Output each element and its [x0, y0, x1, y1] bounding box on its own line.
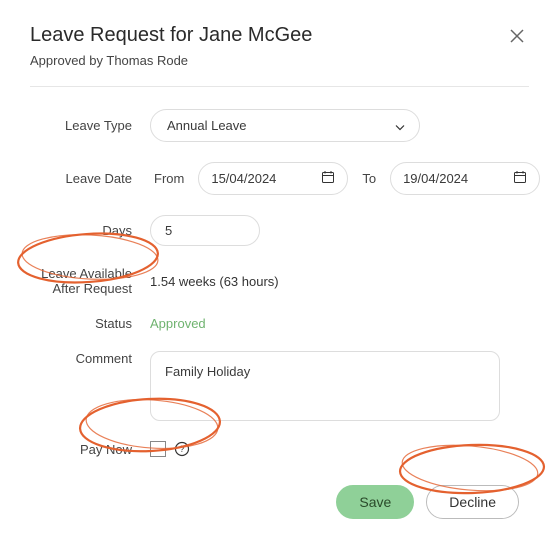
- close-button[interactable]: [505, 24, 529, 51]
- close-icon: [509, 32, 525, 47]
- help-icon[interactable]: ?: [174, 441, 190, 457]
- approved-by-text: Approved by Thomas Rode: [30, 53, 312, 68]
- date-from-value: 15/04/2024: [211, 171, 276, 186]
- decline-button[interactable]: Decline: [426, 485, 519, 519]
- modal-title: Leave Request for Jane McGee: [30, 24, 312, 47]
- pay-now-checkbox[interactable]: [150, 441, 166, 457]
- chevron-down-icon: [395, 118, 405, 133]
- status-label: Status: [30, 316, 150, 331]
- from-label: From: [154, 171, 184, 186]
- divider: [30, 86, 529, 87]
- calendar-icon: [513, 170, 527, 187]
- comment-value: Family Holiday: [165, 364, 250, 379]
- leave-available-value: 1.54 weeks (63 hours): [150, 274, 279, 289]
- pay-now-label: Pay Now: [30, 442, 150, 457]
- days-label: Days: [30, 223, 150, 238]
- days-value: 5: [165, 223, 172, 238]
- leave-type-label: Leave Type: [30, 118, 150, 133]
- date-to-input[interactable]: 19/04/2024: [390, 162, 540, 195]
- comment-textarea[interactable]: Family Holiday: [150, 351, 500, 421]
- leave-available-label: Leave AvailableAfter Request: [30, 266, 150, 296]
- days-input[interactable]: 5: [150, 215, 260, 246]
- save-button[interactable]: Save: [336, 485, 414, 519]
- leave-type-value: Annual Leave: [167, 118, 247, 133]
- leave-date-label: Leave Date: [30, 171, 150, 186]
- to-label: To: [362, 171, 376, 186]
- status-value: Approved: [150, 316, 206, 331]
- calendar-icon: [321, 170, 335, 187]
- date-to-value: 19/04/2024: [403, 171, 468, 186]
- leave-type-select[interactable]: Annual Leave: [150, 109, 420, 142]
- comment-label: Comment: [30, 351, 150, 366]
- svg-text:?: ?: [179, 444, 184, 454]
- date-from-input[interactable]: 15/04/2024: [198, 162, 348, 195]
